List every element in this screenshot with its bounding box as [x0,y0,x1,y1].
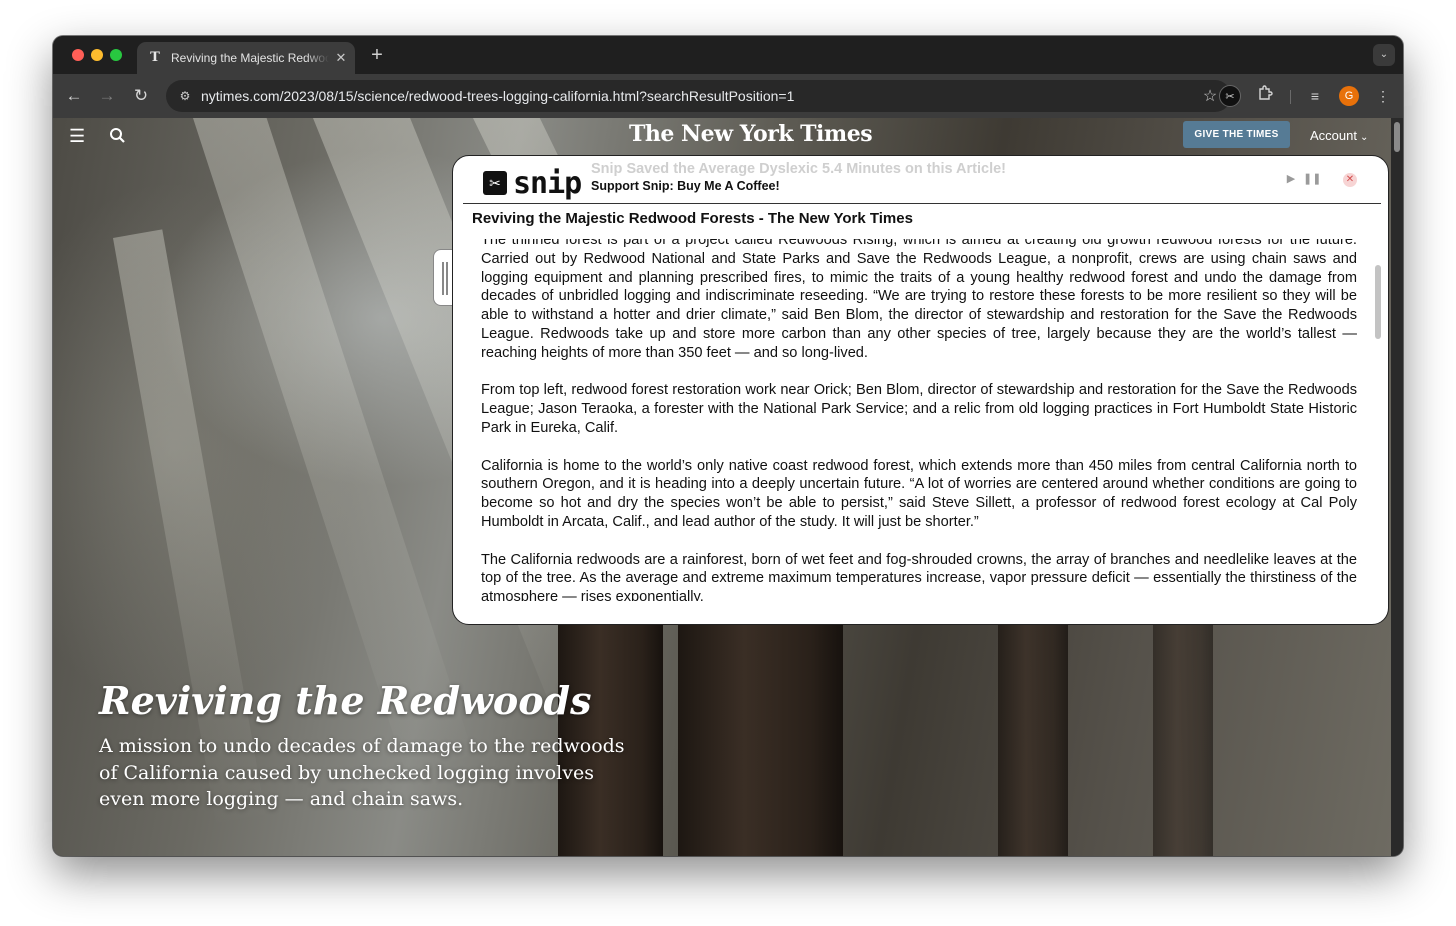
back-icon[interactable]: ← [62,84,86,108]
buy-me-a-coffee-link[interactable]: Support Snip: Buy Me A Coffee! [591,179,780,193]
close-icon[interactable]: ✕ [1343,173,1357,187]
snip-logo: ✂ snip [483,165,582,201]
account-menu[interactable]: Account ⌄ [1310,128,1368,143]
forward-icon[interactable]: → [95,84,119,108]
tree-trunk [1153,616,1213,856]
tab-search-icon[interactable]: ⌄ [1373,44,1395,66]
give-the-times-button[interactable]: GIVE THE TIMES [1183,121,1290,148]
profile-avatar[interactable]: G [1339,86,1359,106]
minimize-window-button[interactable] [91,49,103,61]
nyt-favicon-icon: T [150,50,160,65]
tab-strip: T Reviving the Majestic Redwood Forests … [53,36,1403,74]
snip-article-title: Reviving the Majestic Redwood Forests - … [472,210,913,227]
reload-icon[interactable]: ↻ [129,84,153,108]
url-text[interactable]: nytimes.com/2023/08/15/science/redwood-t… [201,88,1199,104]
tree-trunk [998,616,1068,856]
media-controls-icon[interactable]: ≡ [1304,85,1326,107]
hero-subtitle: A mission to undo decades of damage to t… [99,735,625,810]
play-icon[interactable]: ▶ [1284,171,1298,187]
scissors-icon: ✂ [483,171,507,195]
tree-trunk [678,616,843,856]
article-paragraph: California is home to the world’s only n… [481,457,1357,530]
search-icon[interactable] [108,126,128,146]
pause-icon[interactable]: ❚❚ [1303,171,1321,187]
article-paragraph: The thinned forest is part of a project … [481,239,1357,361]
extensions-puzzle-icon[interactable] [1254,85,1276,107]
zoom-window-button[interactable] [110,49,122,61]
tab-title: Reviving the Majestic Redwood Forests - … [171,51,329,65]
tab-nyt-article[interactable]: T Reviving the Majestic Redwood Forests … [137,42,355,74]
star-icon[interactable]: ☆ [1199,86,1221,106]
chevron-down-icon: ⌄ [1359,132,1369,143]
article-paragraph: The California redwoods are a rainforest… [481,551,1357,601]
more-menu-icon[interactable]: ⋮ [1372,85,1394,107]
snip-logo-text: snip [513,165,582,201]
divider [463,203,1381,204]
snip-article-body[interactable]: The thinned forest is part of a project … [481,239,1357,601]
toolbar-divider [1290,90,1291,104]
snip-extension-icon[interactable]: ✂ [1219,85,1241,107]
nyt-logo[interactable]: The New York Times [629,121,873,147]
tab-close-icon[interactable]: ✕ [333,50,349,66]
snip-saved-message: Snip Saved the Average Dyslexic 5.4 Minu… [591,161,1006,177]
address-bar[interactable]: ⚙ nytimes.com/2023/08/15/science/redwood… [166,80,1231,112]
new-tab-button[interactable]: + [365,44,389,68]
close-window-button[interactable] [72,49,84,61]
hero-title: Reviving the Redwoods [99,678,592,723]
browser-toolbar: ← → ↻ ⚙ nytimes.com/2023/08/15/science/r… [53,74,1403,118]
snip-reader-panel: ✂ snip Snip Saved the Average Dyslexic 5… [452,155,1389,625]
page-scrollbar-thumb[interactable] [1394,122,1400,152]
page-scrollbar[interactable] [1391,118,1403,856]
article-paragraph: From top left, redwood forest restoratio… [481,382,1357,436]
site-info-icon[interactable]: ⚙ [175,89,195,103]
hamburger-menu-icon[interactable]: ☰ [69,127,87,145]
snip-scrollbar[interactable] [1374,241,1383,601]
account-label: Account [1310,128,1357,143]
snip-scrollbar-thumb[interactable] [1375,265,1381,339]
